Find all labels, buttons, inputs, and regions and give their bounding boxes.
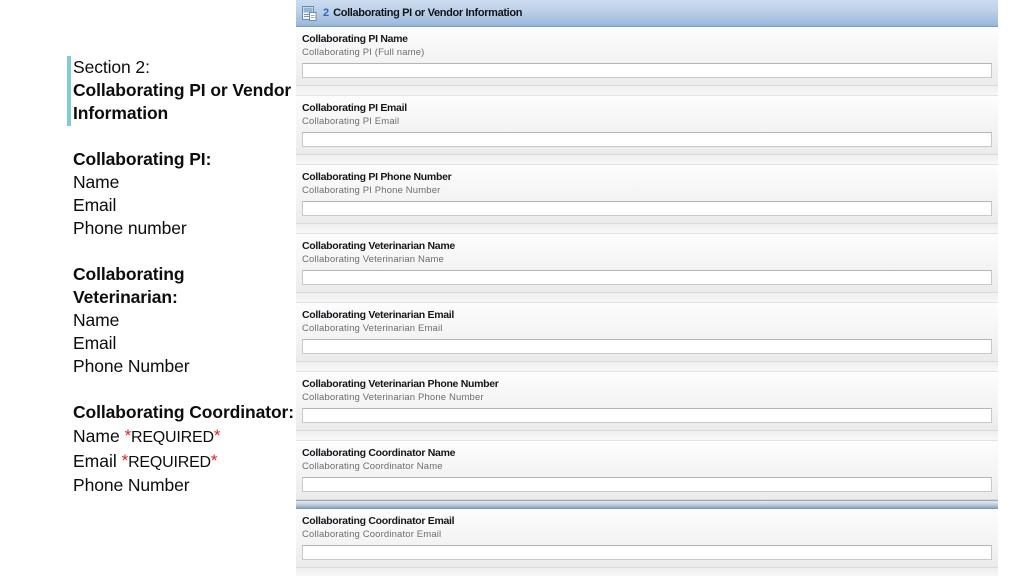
row-separator bbox=[296, 224, 998, 234]
form-screenshot-panel: 2 Collaborating PI or Vendor Information… bbox=[296, 0, 998, 576]
group-item-vet-phone: Phone Number bbox=[73, 356, 190, 376]
form-field-row: Collaborating Coordinator Email Collabor… bbox=[296, 509, 998, 568]
section-prefix: Section 2: bbox=[73, 57, 150, 77]
form-section-header: 2 Collaborating PI or Vendor Information bbox=[296, 0, 998, 27]
field-input[interactable] bbox=[302, 201, 992, 216]
field-sublabel: Collaborating PI (Full name) bbox=[302, 47, 425, 58]
field-sublabel: Collaborating PI Email bbox=[302, 116, 400, 127]
coordinator-email-label: Email bbox=[73, 451, 117, 471]
field-label: Collaborating PI Email bbox=[302, 102, 407, 114]
form-field-row: Collaborating Veterinarian Name Collabor… bbox=[296, 234, 998, 293]
heading-accent-bar bbox=[67, 56, 71, 126]
group-item-coordinator-phone: Phone Number bbox=[73, 475, 190, 495]
field-input[interactable] bbox=[302, 132, 992, 147]
field-label: Collaborating Coordinator Email bbox=[302, 515, 455, 527]
field-input[interactable] bbox=[302, 545, 992, 560]
field-input[interactable] bbox=[302, 339, 992, 354]
form-section-title: Collaborating PI or Vendor Information bbox=[333, 7, 523, 19]
row-separator bbox=[296, 86, 998, 96]
group-item-coordinator-name: Name *REQUIRED* bbox=[73, 424, 295, 449]
group-item-vet-name: Name bbox=[73, 310, 120, 330]
group-item-coordinator-email: Email *REQUIRED* bbox=[73, 449, 295, 474]
field-label: Collaborating Veterinarian Phone Number bbox=[302, 378, 499, 390]
field-label: Collaborating PI Name bbox=[302, 33, 408, 45]
group-title-coordinator: Collaborating Coordinator: bbox=[73, 402, 294, 422]
coordinator-email-required-badge: *REQUIRED* bbox=[122, 451, 218, 471]
group-item-pi-phone: Phone number bbox=[73, 218, 187, 238]
slide-text-column: Section 2: Collaborating PI or Vendor In… bbox=[0, 0, 296, 576]
form-field-row: Collaborating PI Phone Number Collaborat… bbox=[296, 165, 998, 224]
form-field-list: Collaborating PI Name Collaborating PI (… bbox=[296, 27, 998, 576]
field-input[interactable] bbox=[302, 270, 992, 285]
field-label: Collaborating Veterinarian Email bbox=[302, 309, 455, 321]
coordinator-name-required-badge: *REQUIRED* bbox=[125, 426, 221, 446]
group-item-pi-email: Email bbox=[73, 195, 117, 215]
field-sublabel: Collaborating Veterinarian Phone Number bbox=[302, 392, 484, 403]
field-sublabel: Collaborating Veterinarian Name bbox=[302, 254, 444, 265]
field-label: Collaborating Coordinator Name bbox=[302, 447, 456, 459]
group-title-pi: Collaborating PI: bbox=[73, 149, 212, 169]
required-text: REQUIRED bbox=[130, 429, 214, 446]
group-item-pi-name: Name bbox=[73, 172, 120, 192]
form-field-row: Collaborating PI Name Collaborating PI (… bbox=[296, 27, 998, 86]
row-separator bbox=[296, 431, 998, 441]
slide-text-stack: Section 2: Collaborating PI or Vendor In… bbox=[73, 56, 295, 497]
form-field-row: Collaborating PI Email Collaborating PI … bbox=[296, 96, 998, 155]
section-title-line2: Information bbox=[73, 103, 169, 123]
section-title-line1: Collaborating PI or Vendor bbox=[73, 80, 292, 100]
field-input[interactable] bbox=[302, 477, 992, 492]
field-sublabel: Collaborating PI Phone Number bbox=[302, 185, 441, 196]
asterisk-icon: * bbox=[213, 426, 221, 445]
form-field-row: Collaborating Veterinarian Email Collabo… bbox=[296, 303, 998, 362]
form-field-row: Collaborating Coordinator Name Collabora… bbox=[296, 441, 998, 500]
required-text: REQUIRED bbox=[128, 454, 211, 471]
field-sublabel: Collaborating Coordinator Name bbox=[302, 461, 443, 472]
field-input[interactable] bbox=[302, 63, 992, 78]
section-divider-band bbox=[296, 500, 998, 509]
row-separator bbox=[296, 568, 998, 576]
form-section-icon bbox=[301, 5, 318, 22]
row-separator bbox=[296, 293, 998, 303]
field-label: Collaborating PI Phone Number bbox=[302, 171, 452, 183]
row-separator bbox=[296, 155, 998, 165]
row-separator bbox=[296, 362, 998, 372]
field-sublabel: Collaborating Veterinarian Email bbox=[302, 323, 443, 334]
field-label: Collaborating Veterinarian Name bbox=[302, 240, 455, 252]
group-title-vet-line1: Collaborating bbox=[73, 264, 185, 284]
group-title-vet-line2: Veterinarian: bbox=[73, 287, 178, 307]
asterisk-icon: * bbox=[210, 451, 218, 470]
group-item-vet-email: Email bbox=[73, 333, 117, 353]
form-field-row: Collaborating Veterinarian Phone Number … bbox=[296, 372, 998, 431]
field-sublabel: Collaborating Coordinator Email bbox=[302, 529, 442, 540]
coordinator-name-label: Name bbox=[73, 426, 120, 446]
form-section-number: 2 bbox=[323, 7, 330, 19]
field-input[interactable] bbox=[302, 408, 992, 423]
